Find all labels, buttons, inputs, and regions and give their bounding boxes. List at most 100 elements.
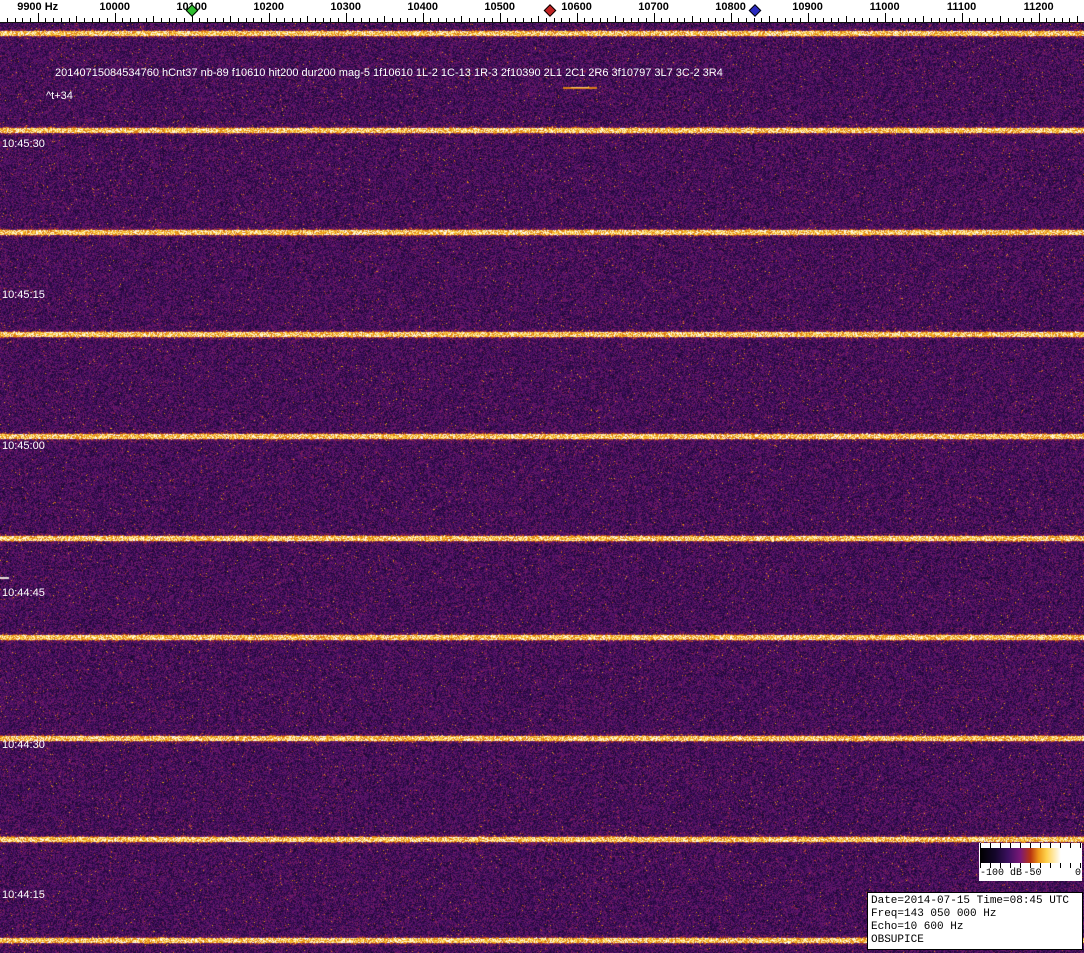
colorbar-labels: -100 dB -50 0: [979, 868, 1082, 881]
freq-label: 10800: [715, 1, 746, 13]
ruler-tick: [992, 18, 994, 22]
freq-label: 10700: [638, 1, 669, 13]
ruler-tick: [545, 18, 547, 22]
ruler-tick: [722, 18, 724, 22]
ruler-tick: [592, 18, 593, 22]
ruler-tick: [1054, 18, 1055, 22]
frequency-ruler: 9900 Hz100001010010200103001040010500106…: [0, 0, 1084, 23]
ruler-tick: [1007, 18, 1009, 22]
ruler-tick: [607, 18, 609, 22]
ruler-tick: [830, 18, 832, 22]
ruler-tick: [291, 18, 293, 22]
ruler-tick: [1061, 18, 1063, 22]
ruler-tick: [715, 18, 717, 22]
ruler-tick: [445, 18, 447, 22]
freq-label: 11200: [1023, 1, 1054, 13]
ruler-tick: [584, 18, 586, 22]
ruler-tick: [30, 18, 31, 22]
freq-label: 11100: [946, 1, 977, 13]
ruler-tick: [730, 13, 732, 22]
ruler-tick: [923, 16, 925, 22]
freq-label: 10200: [253, 1, 284, 13]
ruler-tick: [792, 18, 794, 22]
info-date-time: Date=2014-07-15 Time=08:45 UTC: [871, 895, 1070, 907]
spectrogram-canvas: [0, 0, 1084, 953]
ruler-tick: [538, 16, 540, 22]
ruler-tick: [707, 18, 709, 22]
ruler-tick: [684, 18, 686, 22]
ruler-tick: [645, 18, 647, 22]
ruler-tick: [168, 18, 170, 22]
ruler-tick: [114, 13, 116, 22]
ruler-tick: [145, 18, 147, 22]
freq-label: 10300: [330, 1, 361, 13]
ruler-tick: [99, 18, 101, 22]
ruler-tick: [376, 18, 378, 22]
ruler-tick: [1023, 18, 1025, 22]
ruler-tick: [861, 18, 863, 22]
ruler-tick: [876, 18, 878, 22]
ruler-tick: [68, 18, 70, 22]
ruler-tick: [615, 16, 617, 22]
ruler-tick: [907, 18, 909, 22]
intensity-colorbar: -100 dB -50 0: [979, 843, 1082, 881]
ruler-tick: [45, 18, 47, 22]
ruler-tick: [738, 18, 740, 22]
ruler-tick: [453, 18, 455, 22]
ruler-tick: [561, 18, 563, 22]
observation-info-box: Date=2014-07-15 Time=08:45 UTC Freq=143 …: [867, 892, 1083, 950]
ruler-tick: [661, 18, 663, 22]
ruler-tick: [507, 18, 509, 22]
ruler-tick: [76, 16, 78, 22]
freq-marker-red-icon[interactable]: [543, 4, 557, 17]
info-station: OBSUPICE: [871, 934, 924, 946]
ruler-tick: [430, 18, 432, 22]
freq-label: 10600: [561, 1, 592, 13]
ruler-tick: [130, 18, 132, 22]
ruler-tick: [137, 18, 139, 22]
info-frequency: Freq=143 050 000 Hz: [871, 908, 997, 920]
ruler-tick: [461, 16, 463, 22]
ruler-tick: [322, 18, 324, 22]
ruler-tick: [222, 18, 224, 22]
ruler-tick: [984, 18, 986, 22]
ruler-tick: [622, 18, 624, 22]
ruler-tick: [22, 18, 24, 22]
time-label: 10:45:30: [2, 138, 45, 150]
ruler-tick: [1030, 18, 1032, 22]
ruler-tick: [884, 13, 886, 22]
ruler-tick: [284, 18, 286, 22]
ruler-tick: [499, 13, 501, 22]
ruler-tick: [391, 18, 393, 22]
ruler-tick: [299, 18, 301, 22]
ruler-tick: [892, 18, 894, 22]
ruler-tick: [946, 18, 948, 22]
ruler-tick: [160, 18, 162, 22]
ruler-tick: [122, 18, 124, 22]
freq-label: 9900 Hz: [17, 1, 59, 13]
ruler-tick: [314, 18, 316, 22]
time-label: 10:44:15: [2, 889, 45, 901]
ruler-tick: [345, 13, 347, 22]
ruler-tick: [823, 18, 824, 22]
ruler-tick: [237, 18, 239, 22]
ruler-tick: [422, 13, 424, 22]
ruler-tick: [961, 13, 963, 22]
ruler-tick: [476, 18, 478, 22]
ruler-tick: [1069, 18, 1071, 22]
ruler-tick: [515, 18, 517, 22]
colorbar-label-max: 0: [1074, 868, 1081, 879]
ruler-tick: [176, 18, 178, 22]
ruler-tick: [230, 16, 232, 22]
ruler-tick: [692, 16, 694, 22]
detection-info-text: 20140715084534760 hCnt37 nb-89 f10610 hi…: [55, 67, 723, 79]
ruler-tick: [6, 18, 8, 22]
freq-marker-blue-icon[interactable]: [748, 4, 762, 17]
ruler-tick: [846, 16, 848, 22]
ruler-tick: [699, 18, 701, 22]
ruler-tick: [669, 18, 670, 22]
ruler-tick: [1015, 18, 1017, 22]
freq-label: 10000: [99, 1, 130, 13]
ruler-tick: [261, 18, 262, 22]
ruler-tick: [938, 18, 940, 22]
